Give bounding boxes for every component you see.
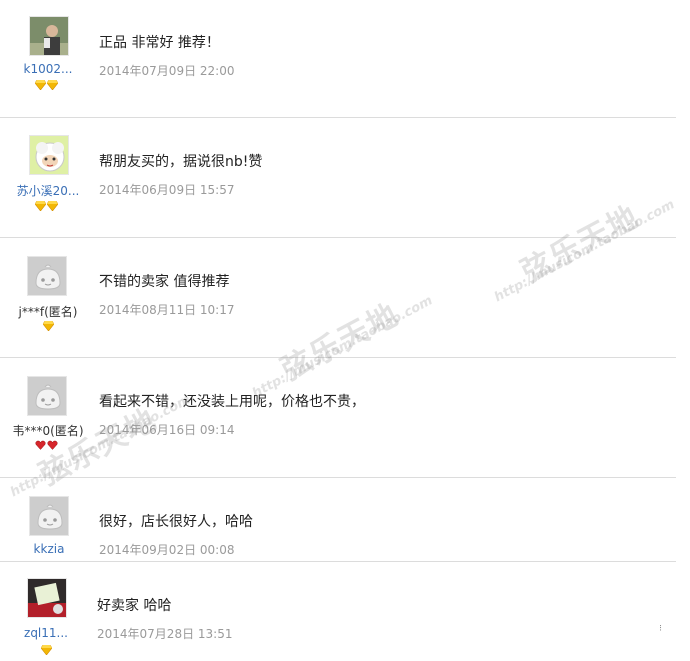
default-avatar-icon	[30, 497, 68, 535]
review-comment: 很好，店长很好人，哈哈	[99, 514, 253, 530]
buyer-credit-badges	[35, 201, 58, 213]
review-item: 苏小溪20... 帮朋友买的，据说很nb!赞 2014年06月09日 15:57	[0, 118, 676, 238]
photo-avatar-icon	[28, 579, 66, 617]
review-comment: 帮朋友买的，据说很nb!赞	[99, 154, 263, 170]
user-photo-avatar[interactable]	[29, 16, 69, 56]
review-item: 韦***0(匿名) 看起来不错，还没装上用呢，价格也不贵， 2014年06月16…	[0, 358, 676, 478]
user-cartoon-avatar[interactable]	[29, 135, 69, 175]
cartoon-sheep-icon	[30, 136, 68, 174]
review-date: 2014年06月09日 15:57	[99, 183, 235, 197]
default-avatar-icon	[28, 257, 66, 295]
username-link[interactable]: j***f(匿名)	[0, 303, 96, 320]
username-link[interactable]: 苏小溪20...	[0, 182, 96, 199]
page-marker: ⁝	[659, 624, 662, 634]
review-date: 2014年07月28日 13:51	[97, 627, 233, 641]
review-comment: 不错的卖家 值得推荐	[99, 274, 230, 290]
diamond-icon	[43, 321, 54, 331]
heart-icon	[47, 440, 58, 450]
diamond-icon	[47, 80, 58, 90]
user-default-avatar[interactable]	[27, 376, 67, 416]
review-date: 2014年09月02日 00:08	[99, 543, 235, 557]
photo-avatar-icon	[30, 17, 68, 55]
diamond-icon	[47, 201, 58, 211]
user-photo-avatar[interactable]	[27, 578, 67, 618]
default-avatar-icon	[28, 377, 66, 415]
review-item: j***f(匿名) 不错的卖家 值得推荐 2014年08月11日 10:17	[0, 238, 676, 358]
review-date: 2014年06月16日 09:14	[99, 423, 235, 437]
diamond-icon	[35, 201, 46, 211]
username-link[interactable]: zql11...	[0, 626, 94, 640]
buyer-credit-badges	[41, 645, 52, 657]
user-default-avatar[interactable]	[27, 256, 67, 296]
buyer-credit-badges	[43, 321, 54, 333]
review-item: k1002... 正品 非常好 推荐！ 2014年07月09日 22:00	[0, 0, 676, 118]
review-item: zql11... 好卖家 哈哈 2014年07月28日 13:51 ⁝	[0, 562, 676, 661]
username-link[interactable]: 韦***0(匿名)	[0, 422, 96, 439]
username-link[interactable]: kkzia	[1, 542, 97, 556]
review-list-page: { "reviews": [ {"username":"k1002...","c…	[0, 0, 690, 661]
diamond-icon	[35, 80, 46, 90]
username-link[interactable]: k1002...	[0, 62, 96, 76]
review-comment: 好卖家 哈哈	[97, 598, 172, 614]
heart-icon	[35, 440, 46, 450]
user-default-avatar[interactable]	[29, 496, 69, 536]
diamond-icon	[41, 645, 52, 655]
review-comment: 看起来不错，还没装上用呢，价格也不贵，	[99, 394, 365, 410]
buyer-credit-badges	[35, 80, 58, 92]
review-item: kkzia 很好，店长很好人，哈哈 2014年09月02日 00:08	[0, 478, 676, 562]
review-comment: 正品 非常好 推荐！	[99, 35, 220, 51]
review-date: 2014年08月11日 10:17	[99, 303, 235, 317]
buyer-credit-badges	[35, 440, 58, 452]
review-date: 2014年07月09日 22:00	[99, 64, 235, 78]
